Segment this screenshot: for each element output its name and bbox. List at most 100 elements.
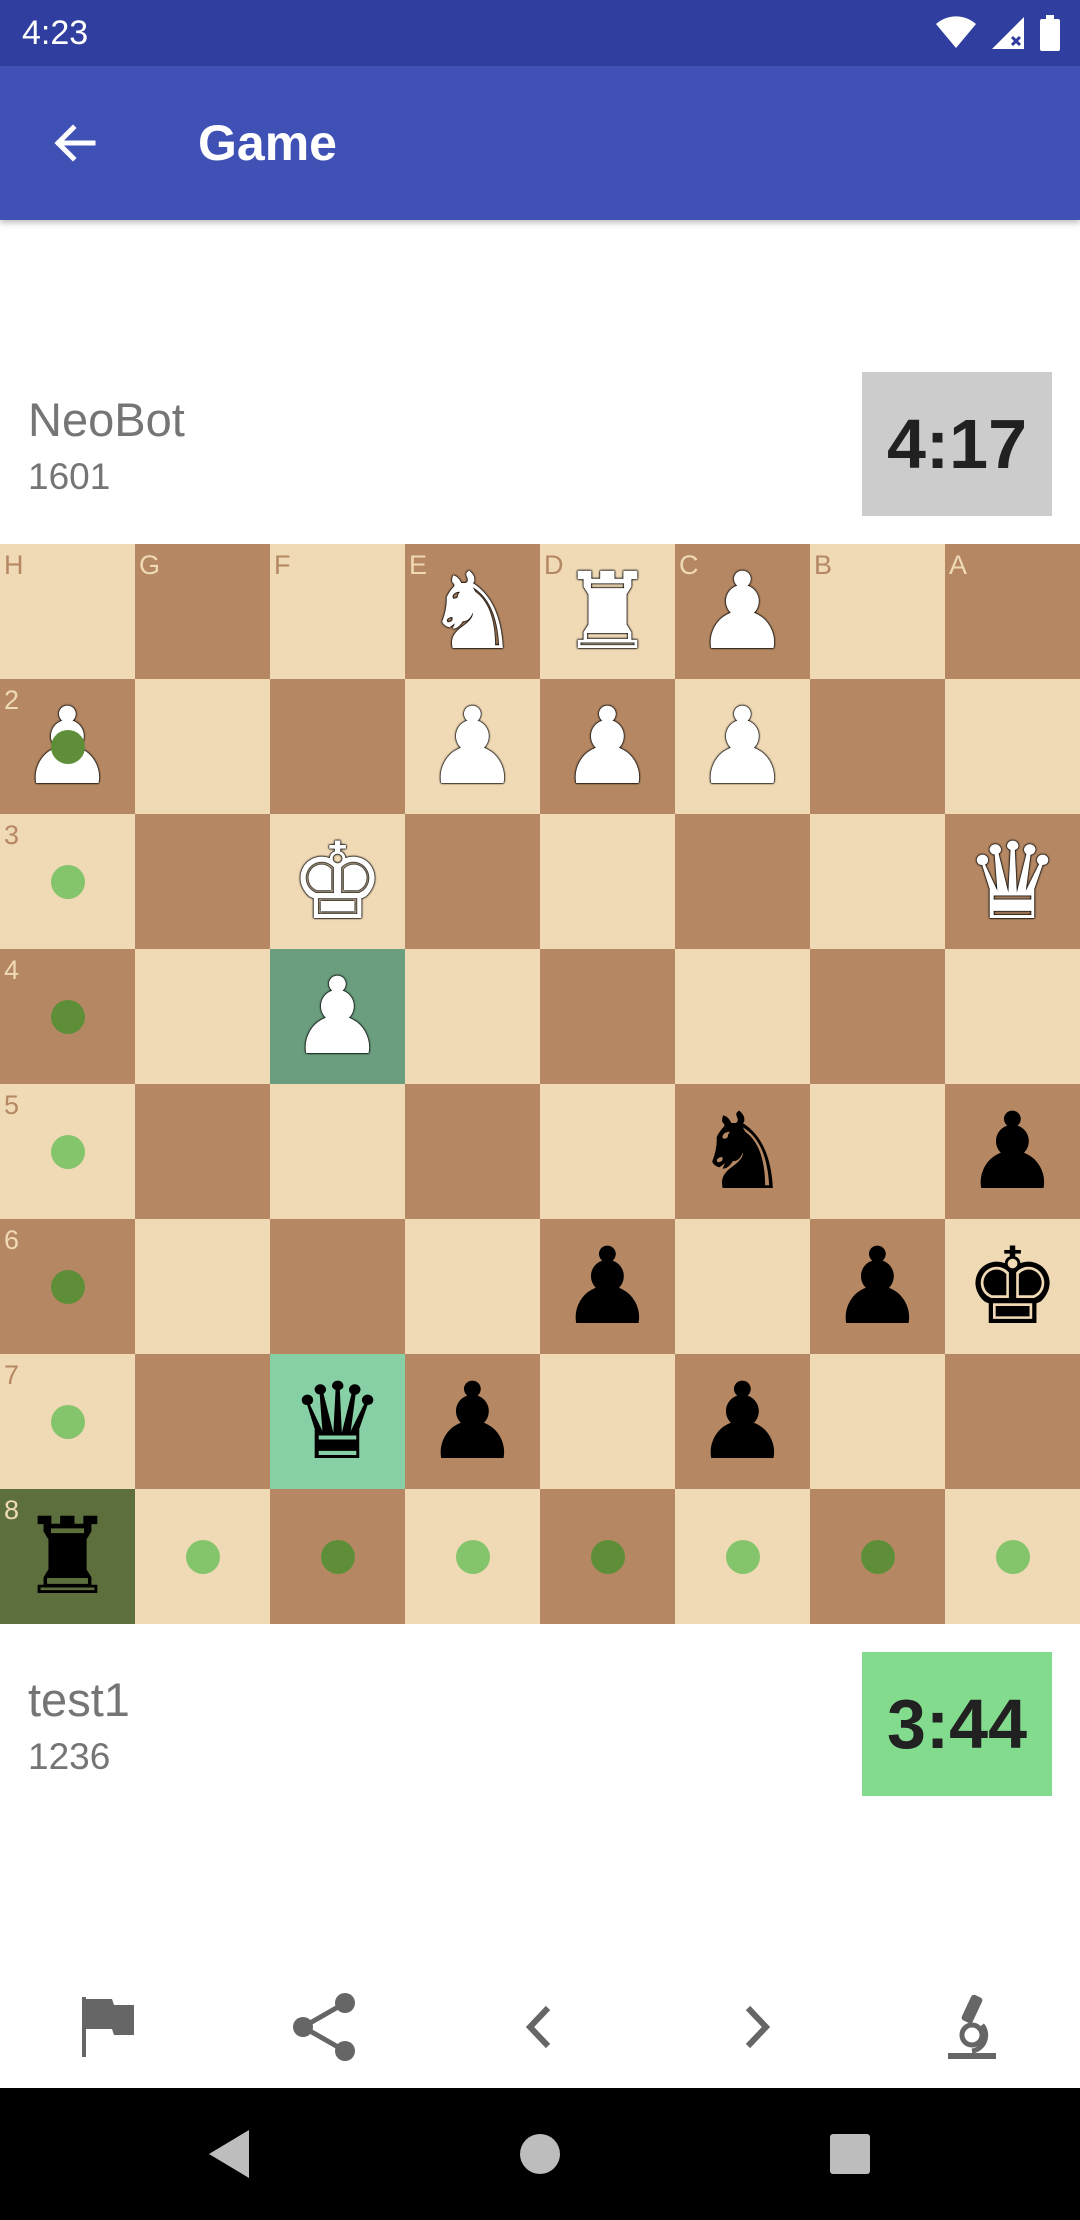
square-a7[interactable] xyxy=(945,1354,1080,1489)
white-king-icon[interactable]: ♚ xyxy=(270,814,405,949)
square-d8[interactable] xyxy=(540,1489,675,1624)
square-a2[interactable] xyxy=(945,679,1080,814)
square-f4[interactable]: ♟ xyxy=(270,949,405,1084)
next-move-button[interactable] xyxy=(706,1977,806,2077)
square-e4[interactable] xyxy=(405,949,540,1084)
black-queen-icon[interactable]: ♛ xyxy=(270,1354,405,1489)
square-a3[interactable]: ♛ xyxy=(945,814,1080,949)
square-d2[interactable]: ♟ xyxy=(540,679,675,814)
move-hint-dot[interactable] xyxy=(320,1539,355,1574)
square-h3[interactable]: 3 xyxy=(0,814,135,949)
square-a1[interactable]: A xyxy=(945,544,1080,679)
square-e6[interactable] xyxy=(405,1219,540,1354)
square-c8[interactable] xyxy=(675,1489,810,1624)
square-b3[interactable] xyxy=(810,814,945,949)
square-a5[interactable]: ♟ xyxy=(945,1084,1080,1219)
square-e1[interactable]: E ♞ xyxy=(405,544,540,679)
square-b8[interactable] xyxy=(810,1489,945,1624)
square-d5[interactable] xyxy=(540,1084,675,1219)
square-e5[interactable] xyxy=(405,1084,540,1219)
white-rook-icon[interactable]: ♜ xyxy=(540,544,675,679)
white-pawn-icon[interactable]: ♟ xyxy=(270,949,405,1084)
square-b6[interactable]: ♟ xyxy=(810,1219,945,1354)
square-g1[interactable]: G xyxy=(135,544,270,679)
square-e2[interactable]: ♟ xyxy=(405,679,540,814)
move-hint-dot[interactable] xyxy=(50,864,85,899)
white-pawn-icon[interactable]: ♟ xyxy=(405,679,540,814)
white-pawn-icon[interactable]: ♟ xyxy=(540,679,675,814)
analysis-button[interactable] xyxy=(922,1977,1022,2077)
black-pawn-icon[interactable]: ♟ xyxy=(810,1219,945,1354)
square-b1[interactable]: B xyxy=(810,544,945,679)
white-knight-icon[interactable]: ♞ xyxy=(405,544,540,679)
nav-home-button[interactable] xyxy=(495,2118,585,2190)
square-b7[interactable] xyxy=(810,1354,945,1489)
square-g2[interactable] xyxy=(135,679,270,814)
white-pawn-icon[interactable]: ♟ xyxy=(675,544,810,679)
square-e3[interactable] xyxy=(405,814,540,949)
square-c2[interactable]: ♟ xyxy=(675,679,810,814)
square-d7[interactable] xyxy=(540,1354,675,1489)
black-king-icon[interactable]: ♚ xyxy=(945,1219,1080,1354)
black-rook-icon[interactable]: ♜ xyxy=(0,1489,135,1624)
square-h2[interactable]: 2♟ xyxy=(0,679,135,814)
move-hint-dot[interactable] xyxy=(50,1404,85,1439)
square-d4[interactable] xyxy=(540,949,675,1084)
square-e8[interactable] xyxy=(405,1489,540,1624)
share-button[interactable] xyxy=(274,1977,374,2077)
square-g3[interactable] xyxy=(135,814,270,949)
square-f6[interactable] xyxy=(270,1219,405,1354)
square-a4[interactable] xyxy=(945,949,1080,1084)
square-h7[interactable]: 7 xyxy=(0,1354,135,1489)
square-f1[interactable]: F xyxy=(270,544,405,679)
resign-button[interactable] xyxy=(58,1977,158,2077)
previous-move-button[interactable] xyxy=(490,1977,590,2077)
move-hint-dot[interactable] xyxy=(590,1539,625,1574)
square-h1[interactable]: H xyxy=(0,544,135,679)
square-c6[interactable] xyxy=(675,1219,810,1354)
square-d1[interactable]: D ♜ xyxy=(540,544,675,679)
square-g5[interactable] xyxy=(135,1084,270,1219)
move-hint-dot[interactable] xyxy=(455,1539,490,1574)
move-hint-dot[interactable] xyxy=(50,999,85,1034)
black-knight-icon[interactable]: ♞ xyxy=(675,1084,810,1219)
square-d3[interactable] xyxy=(540,814,675,949)
white-queen-icon[interactable]: ♛ xyxy=(945,814,1080,949)
square-d6[interactable]: ♟ xyxy=(540,1219,675,1354)
black-pawn-icon[interactable]: ♟ xyxy=(675,1354,810,1489)
square-f2[interactable] xyxy=(270,679,405,814)
square-c7[interactable]: ♟ xyxy=(675,1354,810,1489)
square-g7[interactable] xyxy=(135,1354,270,1489)
square-a8[interactable] xyxy=(945,1489,1080,1624)
square-c5[interactable]: ♞ xyxy=(675,1084,810,1219)
square-b2[interactable] xyxy=(810,679,945,814)
square-h6[interactable]: 6 xyxy=(0,1219,135,1354)
square-f8[interactable] xyxy=(270,1489,405,1624)
move-hint-dot[interactable] xyxy=(50,1134,85,1169)
square-f3[interactable]: ♚ xyxy=(270,814,405,949)
move-hint-dot[interactable] xyxy=(860,1539,895,1574)
nav-back-button[interactable] xyxy=(183,2118,273,2190)
back-button[interactable] xyxy=(40,108,110,178)
square-b5[interactable] xyxy=(810,1084,945,1219)
white-pawn-icon[interactable]: ♟ xyxy=(675,679,810,814)
black-pawn-icon[interactable]: ♟ xyxy=(405,1354,540,1489)
move-hint-dot[interactable] xyxy=(50,729,85,764)
square-h5[interactable]: 5 xyxy=(0,1084,135,1219)
square-e7[interactable]: ♟ xyxy=(405,1354,540,1489)
square-h4[interactable]: 4 xyxy=(0,949,135,1084)
black-pawn-icon[interactable]: ♟ xyxy=(945,1084,1080,1219)
move-hint-dot[interactable] xyxy=(185,1539,220,1574)
move-hint-dot[interactable] xyxy=(995,1539,1030,1574)
square-f7[interactable]: ♛ xyxy=(270,1354,405,1489)
square-b4[interactable] xyxy=(810,949,945,1084)
square-c1[interactable]: C ♟ xyxy=(675,544,810,679)
move-hint-dot[interactable] xyxy=(50,1269,85,1304)
square-a6[interactable]: ♚ xyxy=(945,1219,1080,1354)
nav-recents-button[interactable] xyxy=(805,2118,895,2190)
black-pawn-icon[interactable]: ♟ xyxy=(540,1219,675,1354)
square-f5[interactable] xyxy=(270,1084,405,1219)
square-g4[interactable] xyxy=(135,949,270,1084)
square-g8[interactable] xyxy=(135,1489,270,1624)
chess-board[interactable]: HGFE♞D♜C♟BA2♟♟♟♟3♚♛4♟5♞♟6♟♟♚7♛♟♟8♜ xyxy=(0,544,1080,1624)
